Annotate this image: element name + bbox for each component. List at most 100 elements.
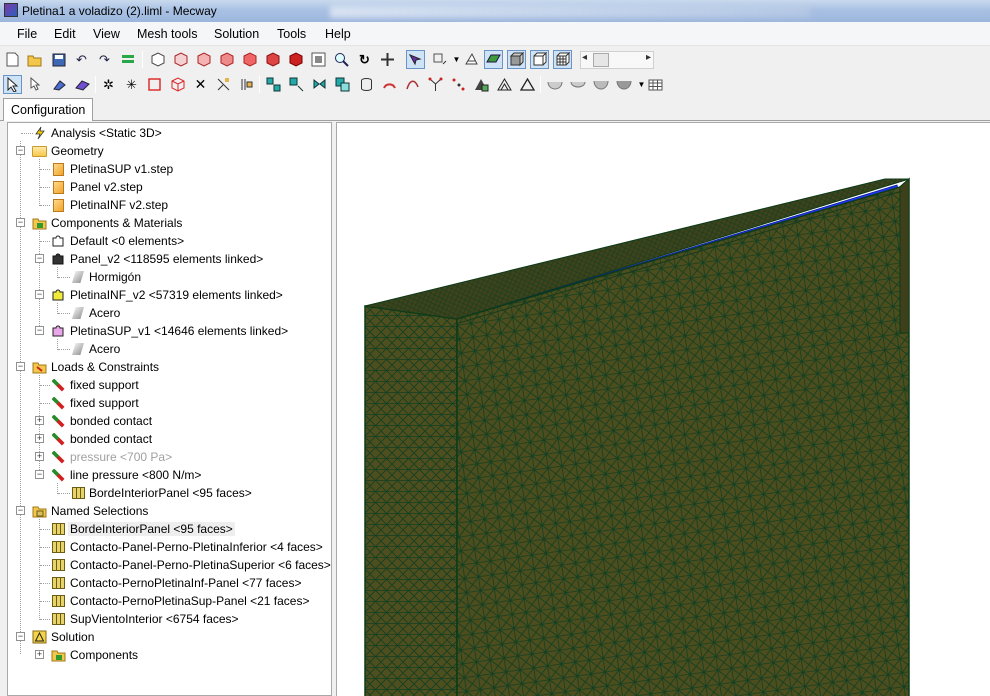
collapse-components-icon[interactable]: −: [16, 218, 25, 227]
pan-view-icon[interactable]: [378, 50, 397, 69]
tree-item-named-selection[interactable]: Contacto-Panel-Perno-PletinaSuperior <6 …: [8, 556, 331, 574]
tree-item-load[interactable]: + bonded contact: [8, 412, 331, 430]
slider-thumb[interactable]: [593, 53, 609, 67]
tree-item-named-selection[interactable]: BordeInteriorPanel <95 faces>: [8, 520, 331, 538]
view-iso-icon[interactable]: [148, 50, 167, 69]
shell-arc-2-icon[interactable]: [568, 75, 587, 94]
mesh-edges-icon[interactable]: [462, 50, 481, 69]
menu-edit[interactable]: Edit: [54, 27, 76, 41]
tree-item-named-selection[interactable]: Contacto-PernoPletinaInf-Panel <77 faces…: [8, 574, 331, 592]
triangle-mesh-icon[interactable]: [495, 75, 514, 94]
tree-item-geometry-file[interactable]: PletinaINF v2.step: [8, 196, 331, 214]
tree-item-component[interactable]: − PletinaINF_v2 <57319 elements linked>: [8, 286, 331, 304]
nodes-star-icon[interactable]: ✲: [99, 75, 118, 94]
surface-shading-icon[interactable]: [484, 50, 503, 69]
solid-view-icon[interactable]: [507, 50, 526, 69]
extrude-icon[interactable]: [264, 75, 283, 94]
copy-icon[interactable]: [333, 75, 352, 94]
tree-item-solution[interactable]: − Solution: [8, 628, 331, 646]
expand-load-icon[interactable]: +: [35, 434, 44, 443]
tree-item-analysis[interactable]: Analysis <Static 3D>: [8, 124, 331, 142]
shell-arc-3-icon[interactable]: [591, 75, 610, 94]
collapse-load-icon[interactable]: −: [35, 470, 44, 479]
mesh-render[interactable]: [337, 123, 990, 696]
zoom-fit-icon[interactable]: [309, 50, 328, 69]
expand-solution-components-icon[interactable]: +: [35, 650, 44, 659]
branch-nodes-icon[interactable]: [426, 75, 445, 94]
view-left-icon[interactable]: [217, 50, 236, 69]
view-right-icon[interactable]: [240, 50, 259, 69]
menu-file[interactable]: File: [17, 27, 37, 41]
select-faces-icon[interactable]: [27, 75, 46, 94]
tree-item-component[interactable]: − Panel_v2 <118595 elements linked>: [8, 250, 331, 268]
layers-icon[interactable]: [118, 50, 137, 69]
element-cube-icon[interactable]: [168, 75, 187, 94]
tree-item-loads-constraints[interactable]: − Loads & Constraints: [8, 358, 331, 376]
box-select-icon[interactable]: [145, 75, 164, 94]
mirror-icon[interactable]: [310, 75, 329, 94]
tree-item-components-materials[interactable]: − Components & Materials: [8, 214, 331, 232]
menu-tools[interactable]: Tools: [277, 27, 306, 41]
select-cursor-toggle-icon[interactable]: [406, 50, 425, 69]
delete-x-icon[interactable]: ✕: [191, 75, 210, 94]
new-file-icon[interactable]: [3, 50, 22, 69]
tree-item-named-selection[interactable]: SupVientoInterior <6754 faces>: [8, 610, 331, 628]
tree-item-solution-components[interactable]: + Components: [8, 646, 331, 664]
tree-item-load[interactable]: − line pressure <800 N/m>: [8, 466, 331, 484]
view-front-icon[interactable]: [171, 50, 190, 69]
split-element-icon[interactable]: [214, 75, 233, 94]
collapse-named-selections-icon[interactable]: −: [16, 506, 25, 515]
nodes-cursor-icon[interactable]: ✳: [122, 75, 141, 94]
collapse-solution-icon[interactable]: −: [16, 632, 25, 641]
configuration-tree[interactable]: Analysis <Static 3D> − Geometry PletinaS…: [7, 122, 332, 696]
tree-item-geometry[interactable]: − Geometry: [8, 142, 331, 160]
menu-solution[interactable]: Solution: [214, 27, 259, 41]
undo-icon[interactable]: ↶: [72, 50, 91, 69]
tree-item-named-selection[interactable]: Contacto-Panel-Perno-PletinaInferior <4 …: [8, 538, 331, 556]
slider-right-arrow-icon[interactable]: ▸: [646, 52, 651, 63]
wireframe-view-icon[interactable]: [530, 50, 549, 69]
tree-item-load[interactable]: fixed support: [8, 394, 331, 412]
shell-arc-1-icon[interactable]: [545, 75, 564, 94]
mesh-refine-icon[interactable]: [472, 75, 491, 94]
save-icon[interactable]: [49, 50, 68, 69]
display-slider[interactable]: ◂ ▸: [580, 51, 654, 69]
tree-item-geometry-file[interactable]: PletinaSUP v1.step: [8, 160, 331, 178]
collapse-geometry-icon[interactable]: −: [16, 146, 25, 155]
redo-icon[interactable]: ↷: [95, 50, 114, 69]
collapse-loads-icon[interactable]: −: [16, 362, 25, 371]
curve-icon[interactable]: [403, 75, 422, 94]
collapse-component-icon[interactable]: −: [35, 254, 44, 263]
tree-item-material[interactable]: Hormigón: [8, 268, 331, 286]
slider-left-arrow-icon[interactable]: ◂: [582, 52, 587, 63]
select-region-icon[interactable]: [73, 75, 92, 94]
select-pointer-icon[interactable]: [3, 75, 22, 94]
view-top-icon[interactable]: [263, 50, 282, 69]
collapse-component-icon[interactable]: −: [35, 290, 44, 299]
menu-mesh-tools[interactable]: Mesh tools: [137, 27, 197, 41]
rotate-view-icon[interactable]: ↻: [355, 50, 374, 69]
shell-arc-4-icon[interactable]: [614, 75, 633, 94]
open-folder-icon[interactable]: [25, 50, 44, 69]
tree-item-component-default[interactable]: Default <0 elements>: [8, 232, 331, 250]
tree-item-load-selection[interactable]: BordeInteriorPanel <95 faces>: [8, 484, 331, 502]
tree-item-component[interactable]: − PletinaSUP_v1 <14646 elements linked>: [8, 322, 331, 340]
table-icon[interactable]: [646, 75, 665, 94]
zoom-icon[interactable]: [332, 50, 351, 69]
triangle-icon[interactable]: [518, 75, 537, 94]
panel-side-face[interactable]: [364, 305, 458, 696]
tree-item-named-selection[interactable]: Contacto-PernoPletinaSup-Panel <21 faces…: [8, 592, 331, 610]
mesh-grid-view-icon[interactable]: [553, 50, 572, 69]
collapse-component-icon[interactable]: −: [35, 326, 44, 335]
expand-load-icon[interactable]: +: [35, 416, 44, 425]
menu-help[interactable]: Help: [325, 27, 351, 41]
cylinder-icon[interactable]: [357, 75, 376, 94]
tab-configuration[interactable]: Configuration: [3, 98, 94, 121]
tree-item-material[interactable]: Acero: [8, 304, 331, 322]
revolve-icon[interactable]: [380, 75, 399, 94]
model-viewport[interactable]: [336, 122, 990, 696]
sweep-icon[interactable]: [287, 75, 306, 94]
tree-item-geometry-file[interactable]: Panel v2.step: [8, 178, 331, 196]
scatter-nodes-icon[interactable]: [449, 75, 468, 94]
tree-item-load[interactable]: fixed support: [8, 376, 331, 394]
